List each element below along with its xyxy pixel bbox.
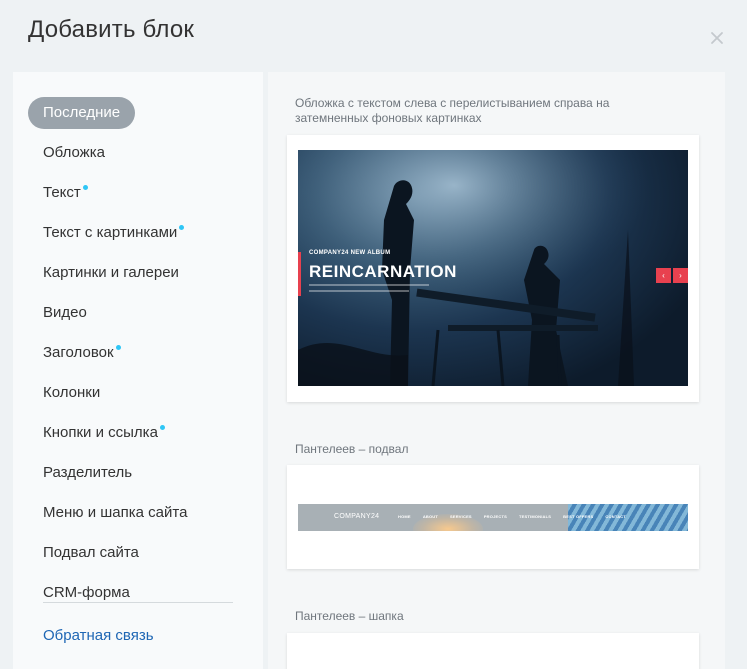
new-indicator-dot: [82, 185, 88, 190]
preview-menu-item: BEST OFFERS: [563, 514, 594, 519]
block-label: Пантелеев – шапка: [295, 609, 404, 623]
feedback-link[interactable]: Обратная связь: [43, 627, 154, 644]
block-list: Обложка с текстом слева с перелистывание…: [268, 72, 725, 669]
preview-menu-item: ABOUT: [422, 514, 439, 519]
preview-menu-item: SERVICES: [450, 514, 472, 519]
preview-logo: COMPANY24: [334, 513, 380, 520]
block-card-cover-slider[interactable]: COMPANY24 NEW ALBUM REINCARNATION ‹ ›: [287, 135, 699, 402]
next-arrow-icon: ›: [673, 268, 688, 283]
sidebar-item-crm-form[interactable]: CRM-форма: [28, 577, 145, 609]
preview-subtitle: COMPANY24 NEW ALBUM: [309, 250, 391, 256]
sidebar-item-recent[interactable]: Последние: [28, 97, 136, 129]
new-indicator-dot: [115, 345, 121, 350]
preview-title: REINCARNATION: [309, 262, 457, 281]
sidebar-item-menu-header[interactable]: Меню и шапка сайта: [28, 497, 202, 529]
sidebar-divider: [43, 602, 233, 603]
sidebar-item-columns[interactable]: Колонки: [28, 377, 115, 409]
block-label: Пантелеев – подвал: [295, 442, 409, 456]
prev-arrow-icon: ‹: [656, 268, 671, 283]
sidebar-item-text-with-images[interactable]: Текст с картинками: [28, 217, 199, 249]
new-indicator-dot: [159, 425, 165, 430]
preview-menu-item: TESTIMONIALS: [518, 514, 552, 519]
preview-menu-item: CONTACT: [605, 514, 627, 519]
preview-text-line: [309, 284, 429, 286]
sidebar-item-heading[interactable]: Заголовок: [28, 337, 136, 369]
category-sidebar: Последние Обложка Текст Текст с картинка…: [13, 72, 263, 669]
preview-menu-item: PROJECTS: [483, 514, 507, 519]
block-preview-image: COMPANY24 HOME ABOUT SERVICES PROJECTS T…: [298, 504, 688, 531]
sidebar-item-footer[interactable]: Подвал сайта: [28, 537, 154, 569]
sidebar-item-video[interactable]: Видео: [28, 297, 102, 329]
slide-accent-bar: [298, 252, 301, 296]
block-card-header[interactable]: [287, 633, 699, 669]
dialog-header: Добавить блок: [0, 0, 747, 72]
sidebar-item-text[interactable]: Текст: [28, 177, 103, 209]
preview-text-line: [309, 290, 409, 292]
block-preview-image: COMPANY24 NEW ALBUM REINCARNATION ‹ ›: [298, 150, 688, 386]
sidebar-item-cover[interactable]: Обложка: [28, 137, 120, 169]
sidebar-item-separator[interactable]: Разделитель: [28, 457, 147, 489]
block-card-footer[interactable]: COMPANY24 HOME ABOUT SERVICES PROJECTS T…: [287, 465, 699, 569]
preview-menu-item: HOME: [398, 514, 411, 519]
dialog-title: Добавить блок: [28, 16, 195, 43]
sidebar-item-images-galleries[interactable]: Картинки и галереи: [28, 257, 194, 289]
block-label: Обложка с текстом слева с перелистывание…: [295, 96, 610, 125]
close-icon[interactable]: [709, 30, 725, 46]
preview-menu: HOME ABOUT SERVICES PROJECTS TESTIMONIAL…: [398, 514, 626, 519]
new-indicator-dot: [179, 225, 185, 230]
sidebar-item-buttons-links[interactable]: Кнопки и ссылка: [28, 417, 180, 449]
